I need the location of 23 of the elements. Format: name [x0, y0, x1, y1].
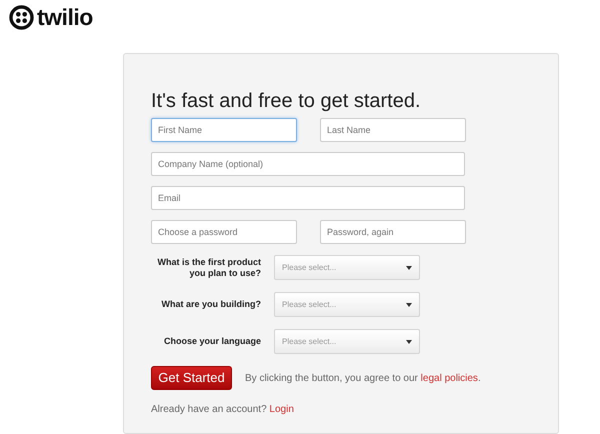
field-label: Choose your language	[162, 336, 261, 347]
legal-policies-link[interactable]: legal policies	[420, 372, 478, 384]
select-dropdown[interactable]: Please select...	[274, 255, 420, 280]
input-field[interactable]: Choose a password	[151, 220, 297, 244]
caret-icon	[406, 266, 412, 270]
get-started-button[interactable]: Get Started	[151, 366, 232, 390]
terms-text: By clicking the button, you agree to our legal policies.	[245, 372, 481, 386]
login-link[interactable]: Login	[269, 404, 294, 415]
input-field[interactable]: Company Name (optional)	[151, 152, 465, 176]
input-field[interactable]: Email	[151, 186, 465, 210]
login-prompt: Already have an account? Login	[151, 403, 295, 417]
field-label: What is the first product you plan to use?	[156, 256, 261, 278]
input-field[interactable]: Password, again	[320, 220, 466, 244]
select-dropdown[interactable]: Please select...	[274, 329, 420, 354]
logo-icon	[9, 5, 34, 30]
input-field[interactable]: First Name	[151, 118, 297, 142]
caret-icon	[406, 340, 412, 344]
logo-wordmark: twilio	[37, 6, 93, 29]
form-heading: It's fast and free to get started.	[151, 89, 422, 114]
caret-icon	[406, 302, 412, 306]
field-label: What are you building?	[160, 299, 261, 310]
select-dropdown[interactable]: Please select...	[274, 292, 420, 317]
input-field[interactable]: Last Name	[320, 118, 466, 142]
